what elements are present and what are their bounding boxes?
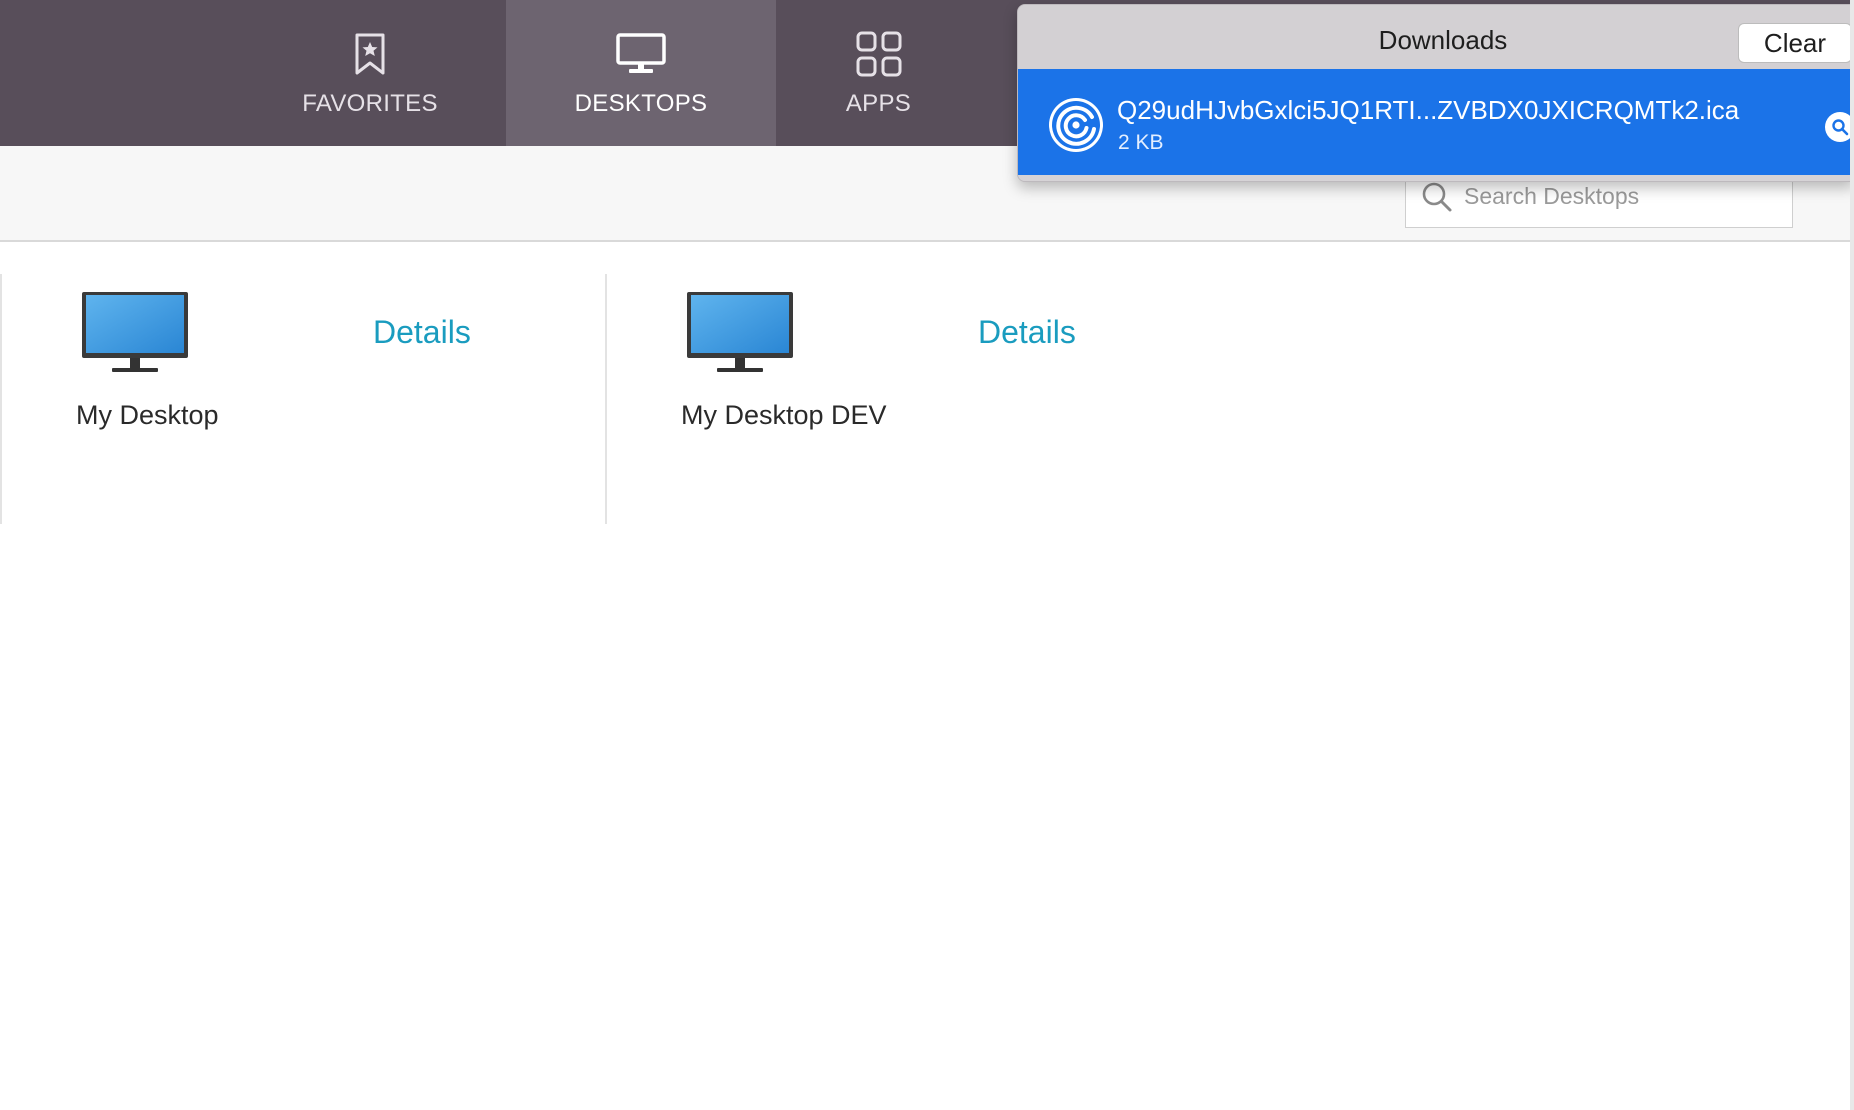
desktop-monitor-icon[interactable] bbox=[80, 290, 190, 376]
tab-desktops[interactable]: DESKTOPS bbox=[506, 0, 776, 146]
window-edge bbox=[1850, 0, 1854, 1110]
tab-favorites[interactable]: FAVORITES bbox=[270, 0, 470, 146]
desktop-tile[interactable]: My Desktop DEV Details bbox=[605, 274, 1211, 524]
tile-divider bbox=[605, 274, 607, 524]
citrix-receiver-icon bbox=[1048, 97, 1104, 153]
clear-button[interactable]: Clear bbox=[1738, 23, 1852, 63]
search-input[interactable] bbox=[1464, 183, 1774, 210]
tab-apps-label: APPS bbox=[845, 90, 912, 117]
details-link[interactable]: Details bbox=[373, 314, 471, 351]
downloads-footer bbox=[1018, 175, 1853, 181]
tab-apps[interactable]: APPS bbox=[776, 0, 981, 146]
tab-favorites-label: FAVORITES bbox=[302, 90, 438, 117]
desktop-name[interactable]: My Desktop bbox=[76, 400, 219, 431]
download-filename: Q29udHJvbGxlci5JQ1RTI...ZVBDX0JXICRQMTk2… bbox=[1117, 95, 1740, 125]
grid-icon bbox=[853, 30, 905, 78]
download-size: 2 KB bbox=[1118, 131, 1164, 154]
details-link[interactable]: Details bbox=[978, 314, 1076, 351]
download-item[interactable]: Q29udHJvbGxlci5JQ1RTI...ZVBDX0JXICRQMTk2… bbox=[1018, 69, 1853, 175]
tile-divider bbox=[0, 274, 2, 524]
desktop-name[interactable]: My Desktop DEV bbox=[681, 400, 887, 431]
monitor-icon bbox=[615, 30, 667, 78]
desktop-monitor-icon[interactable] bbox=[685, 290, 795, 376]
downloads-popover: Downloads Clear Q29udHJvbGxlci5JQ1RTI...… bbox=[1017, 4, 1854, 182]
desktop-tile[interactable]: My Desktop Details bbox=[0, 274, 606, 524]
tab-desktops-label: DESKTOPS bbox=[574, 90, 708, 117]
downloads-title: Downloads bbox=[1378, 25, 1508, 55]
downloads-header: Downloads Clear bbox=[1018, 5, 1853, 69]
bookmark-star-icon bbox=[344, 30, 396, 78]
search-icon bbox=[1420, 180, 1454, 214]
